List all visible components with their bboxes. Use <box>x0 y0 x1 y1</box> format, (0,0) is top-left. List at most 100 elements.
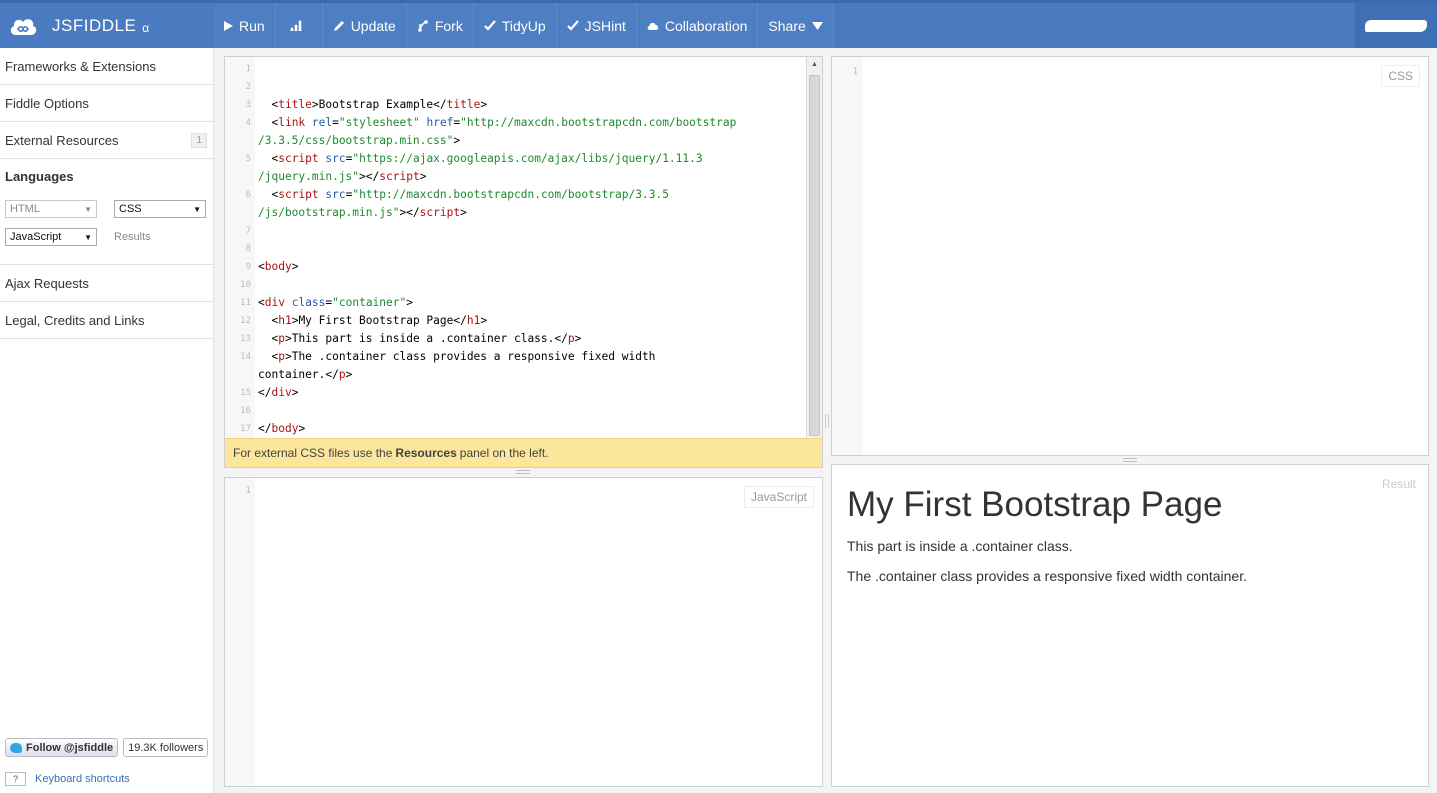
line-number: 10 <box>240 280 251 290</box>
chevron-down-icon: ▼ <box>84 232 92 242</box>
jshint-button[interactable]: JSHint <box>556 3 637 48</box>
line-number: 14 <box>240 352 251 362</box>
line-number: 1 <box>245 64 251 74</box>
html-select-value: HTML <box>10 203 40 215</box>
line-number: 11 <box>240 298 251 308</box>
languages-title: Languages <box>5 169 74 184</box>
line-number: 17 <box>240 424 251 434</box>
user-menu[interactable] <box>1355 3 1437 48</box>
notice-resources-link[interactable]: Resources <box>395 446 456 460</box>
tidyup-button[interactable]: TidyUp <box>473 3 557 48</box>
scroll-up-icon[interactable]: ▲ <box>811 61 818 68</box>
vertical-resize-handle[interactable] <box>825 414 829 428</box>
line-number: 1 <box>852 67 858 77</box>
sidebar-item-fiddle-options[interactable]: Fiddle Options <box>0 85 213 122</box>
line-number: 8 <box>245 244 251 254</box>
avatar <box>1365 19 1427 32</box>
run-button[interactable]: Run <box>214 3 276 48</box>
sidebar-item-frameworks[interactable]: Frameworks & Extensions <box>0 48 213 85</box>
results-label: Results <box>114 231 151 243</box>
collaboration-label: Collaboration <box>664 17 748 34</box>
cloud-icon <box>647 22 659 30</box>
css-panel[interactable]: 1 CSS <box>831 56 1429 456</box>
follow-label: Follow @jsfiddle <box>26 741 114 754</box>
chevron-down-icon: ▼ <box>193 204 201 214</box>
brand-version: α <box>142 20 150 35</box>
share-label: Share <box>768 17 806 34</box>
tidyup-label: TidyUp <box>501 17 546 34</box>
twitter-follow: Follow @jsfiddle 19.3K followers <box>5 738 209 757</box>
result-panel[interactable]: Result My First Bootstrap Page This part… <box>831 464 1429 787</box>
line-number: 2 <box>245 82 251 92</box>
sidebar-item-label: Frameworks & Extensions <box>5 58 156 74</box>
line-number: 1 <box>245 486 251 496</box>
css-select-value: CSS <box>119 203 142 215</box>
line-number: 6 <box>245 190 251 200</box>
brand[interactable]: JSFIDDLE α <box>0 3 214 48</box>
line-number: 7 <box>245 226 251 236</box>
html-scrollbar[interactable]: ▲ <box>806 57 822 438</box>
line-number: 9 <box>245 262 251 272</box>
update-button[interactable]: Update <box>322 3 407 48</box>
result-paragraph-2: The .container class provides a responsi… <box>847 568 1247 584</box>
languages-section: Languages HTML ▼ CSS ▼ JavaScript ▼ Resu… <box>0 159 213 265</box>
twitter-bird-icon <box>10 742 22 753</box>
keyboard-shortcuts-link[interactable]: Keyboard shortcuts <box>35 773 130 785</box>
help-icon[interactable]: ? <box>5 772 26 786</box>
notice-text-end: panel on the left. <box>459 446 549 460</box>
fork-button[interactable]: Fork <box>406 3 474 48</box>
pencil-icon <box>333 20 344 31</box>
jsfiddle-logo-icon <box>10 18 37 35</box>
sidebar-item-legal[interactable]: Legal, Credits and Links <box>0 302 213 339</box>
scrollbar-thumb[interactable] <box>809 75 820 436</box>
toolbar: Run Update Fork TidyUp JSHint Collaborat… <box>214 3 834 48</box>
followers-count[interactable]: 19.3K followers <box>123 738 209 757</box>
collaboration-button[interactable]: Collaboration <box>636 3 759 48</box>
run-label: Run <box>239 17 265 34</box>
chart-button[interactable] <box>275 3 323 48</box>
check-icon <box>484 20 496 31</box>
html-panel[interactable]: 1 2 3 4 5 6 7 8 9 10 11 12 13 14 15 16 17 <title>Bootstr… <box>224 56 823 468</box>
html-language-select[interactable]: HTML ▼ <box>5 200 97 218</box>
top-bar: JSFIDDLE α Run Update Fork TidyUp JSHint <box>0 0 1437 48</box>
sidebar-item-label: Fiddle Options <box>5 95 89 111</box>
share-button[interactable]: Share <box>758 3 834 48</box>
horizontal-resize-handle[interactable] <box>1123 458 1137 462</box>
notice-text: For external CSS files use the <box>233 446 393 460</box>
html-code-editor[interactable]: <title>Bootstrap Example</title> <link r… <box>258 96 736 438</box>
line-number: 13 <box>240 334 251 344</box>
sidebar-item-label: Legal, Credits and Links <box>5 312 145 328</box>
sidebar-item-label: External Resources <box>5 132 119 148</box>
js-language-select[interactable]: JavaScript ▼ <box>5 228 97 246</box>
sidebar: Frameworks & Extensions Fiddle Options E… <box>0 48 214 793</box>
css-panel-label: CSS <box>1381 65 1420 87</box>
chevron-down-icon <box>811 21 823 30</box>
keyboard-shortcuts: ? Keyboard shortcuts <box>5 772 130 786</box>
line-number: 16 <box>240 406 251 416</box>
line-gutter <box>225 478 255 786</box>
play-icon <box>224 20 233 31</box>
javascript-panel[interactable]: 1 JavaScript <box>224 477 823 787</box>
result-panel-label: Result <box>1381 477 1416 491</box>
css-language-select[interactable]: CSS ▼ <box>114 200 206 218</box>
horizontal-resize-handle[interactable] <box>516 470 530 474</box>
js-select-value: JavaScript <box>10 231 62 243</box>
result-paragraph-1: This part is inside a .container class. <box>847 538 1073 554</box>
sidebar-item-external-resources[interactable]: External Resources 1 <box>0 122 213 159</box>
check-icon <box>566 20 579 31</box>
sidebar-item-label: Ajax Requests <box>5 275 89 291</box>
line-number: 3 <box>245 100 251 110</box>
update-label: Update <box>350 17 396 34</box>
javascript-panel-label: JavaScript <box>743 486 814 508</box>
line-number: 5 <box>245 154 251 164</box>
resources-count-badge: 1 <box>191 132 207 148</box>
line-gutter <box>832 57 862 455</box>
sidebar-item-ajax[interactable]: Ajax Requests <box>0 265 213 302</box>
fork-icon <box>418 19 428 32</box>
fork-label: Fork <box>434 17 463 34</box>
twitter-follow-button[interactable]: Follow @jsfiddle <box>5 738 119 757</box>
chart-icon <box>289 20 302 31</box>
line-number: 4 <box>245 118 251 128</box>
chevron-down-icon: ▼ <box>84 204 92 214</box>
result-heading: My First Bootstrap Page <box>847 485 1223 524</box>
